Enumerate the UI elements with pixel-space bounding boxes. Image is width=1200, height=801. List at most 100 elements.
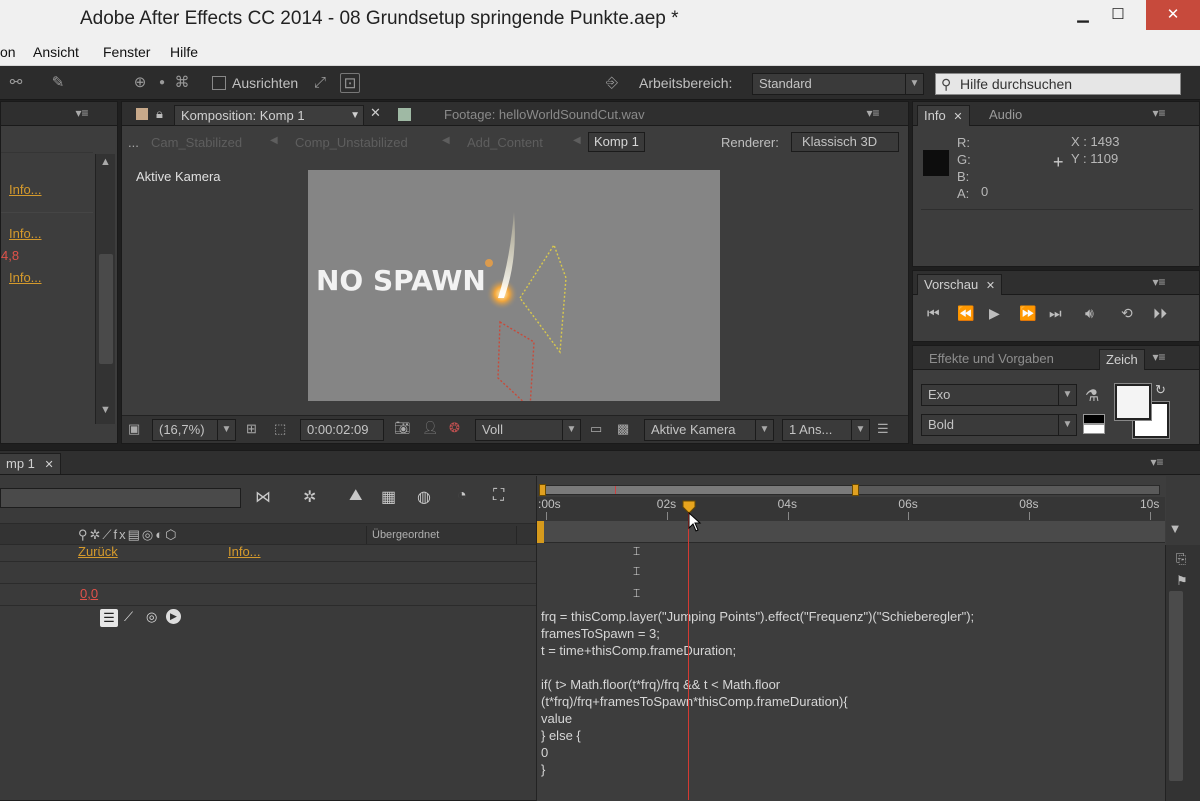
property-value[interactable]: 0,0 [80,586,98,601]
keyframe-marker-icon[interactable]: ⌶ [633,544,640,559]
audio-icon[interactable]: 🔊︎ [1085,305,1094,322]
toggle-pixel-aspect-icon[interactable]: ☰ [877,421,889,437]
tab-info[interactable]: Info ✕ [917,105,970,126]
font-style-select[interactable]: Bold ▼ [921,414,1077,436]
fit-frame-icon[interactable]: ⊞ [246,421,257,437]
first-frame-icon[interactable]: ⏮ [927,305,940,322]
expression-line[interactable]: frq = thisComp.layer("Jumping Points").e… [541,608,974,625]
menu-item-ansicht[interactable]: Ansicht [33,44,79,60]
expression-line[interactable]: if( t> Math.floor(t*frq)/frq && t < Math… [541,676,780,693]
maximize-button[interactable]: ☐ [1101,0,1135,30]
graph-editor-icon[interactable]: ◔ [457,487,467,505]
puppet-tool-icon[interactable]: ⚯ [6,73,26,93]
show-snapshot-icon[interactable]: 👤︎ [422,420,439,436]
expression-line[interactable]: t = time+thisComp.frameDuration; [541,642,736,659]
ausrichten-checkbox[interactable] [212,76,226,90]
zuruck-link[interactable]: Zurück [78,544,118,559]
breadcrumb-cam-stabilized[interactable]: Cam_Stabilized [151,135,242,150]
navigator-end-handle[interactable] [852,484,859,496]
expression-line[interactable]: } [541,761,545,778]
workspace-select[interactable]: Standard ▼ [752,73,924,95]
left-row-info-2[interactable]: Info... [9,226,42,241]
black-swatch[interactable] [1083,414,1105,424]
views-select[interactable]: 1 Ans... ▼ [782,419,870,441]
panel-menu-icon[interactable]: ▾≡ [71,106,93,122]
world-axis-icon[interactable]: ● [152,73,172,93]
eyedropper-icon[interactable]: ⚗ [1085,386,1099,406]
close-tab-icon[interactable]: ✕ [45,459,54,471]
tab-effekte-und-vorgaben[interactable]: Effekte und Vorgaben [923,349,1060,370]
renderer-button[interactable]: Klassisch 3D [791,132,899,152]
close-button[interactable]: ✕ [1146,0,1200,30]
work-area-start[interactable] [537,521,544,543]
ram-preview-icon[interactable]: ⏵⏵ [1153,305,1167,322]
snap-expand-icon[interactable]: ⤢ [310,73,330,93]
comp-mini-flowchart-icon[interactable]: ⋈ [255,487,271,507]
left-row-info-3[interactable]: Info... [9,270,42,285]
motion-blur-icon[interactable]: ◍ [417,487,431,507]
tab-vorschau[interactable]: Vorschau ✕ [917,274,1003,295]
panel-menu-icon[interactable]: ▾≡ [862,106,884,122]
comp-button-icon[interactable]: ⎘ [1176,551,1186,567]
panel-menu-icon[interactable]: ▾≡ [1148,350,1170,366]
panel-menu-icon[interactable]: ▾≡ [1148,275,1170,291]
camera-select[interactable]: Aktive Kamera ▼ [644,419,774,441]
expression-line[interactable]: } else { [541,727,581,744]
expression-line[interactable]: framesToSpawn = 3; [541,625,660,642]
expression-line[interactable]: 0 [541,744,548,761]
previous-frame-icon[interactable]: ⏪ [957,305,974,322]
white-swatch[interactable] [1083,424,1105,434]
pin-tool-icon[interactable]: ✎ [48,73,68,93]
navigator-range[interactable] [541,486,857,494]
snapshot-icon[interactable]: 📷︎ [394,420,411,436]
enable-expression-icon[interactable]: ☰ [100,609,118,627]
lock-icon[interactable]: 🔒︎ [156,106,163,122]
breadcrumb-comp-unstabilized[interactable]: Comp_Unstabilized [295,135,408,150]
view-axis-icon[interactable]: ⌘ [172,73,192,93]
draft-3d-icon[interactable]: ✲ [303,487,316,507]
close-tab-icon[interactable]: ✕ [953,111,962,123]
menu-item-hilfe[interactable]: Hilfe [170,44,198,60]
zoom-select[interactable]: (16,7%) ▼ [152,419,236,441]
roi-icon[interactable]: ▭ [590,421,602,437]
next-frame-icon[interactable]: ⏩ [1019,305,1036,322]
timeline-scroll-thumb[interactable] [1169,591,1183,781]
navigator-start-handle[interactable] [539,484,546,496]
close-tab-icon[interactable]: ✕ [986,280,995,292]
frame-blending-icon[interactable]: ▦ [381,487,396,507]
breadcrumb-more[interactable]: ... [128,135,139,150]
font-family-select[interactable]: Exo ▼ [921,384,1077,406]
scroll-up-icon[interactable]: ▲ [100,156,111,168]
fill-color-swatch[interactable] [1115,384,1151,420]
snap-grid-icon[interactable]: ⊡ [340,73,360,93]
menu-item-animation[interactable]: on [0,44,16,60]
composition-viewer[interactable]: NO SPAWN [308,170,720,401]
work-area-bar[interactable] [537,521,1165,543]
info-link[interactable]: Info... [228,544,261,559]
breadcrumb-add-content[interactable]: Add_Content [467,135,543,150]
tab-composition[interactable]: Komposition: Komp 1 ▼ [174,105,364,126]
keyframe-marker-icon[interactable]: ⌶ [633,586,640,601]
expression-graph-icon[interactable]: ⟋ [124,609,133,625]
timeline-scrollbar[interactable]: ⎘ ⚑ [1165,545,1200,801]
left-scrollbar[interactable]: ▲ ▼ [95,154,115,424]
expression-language-menu-icon[interactable]: ▶ [166,609,181,624]
minimize-button[interactable]: ▁ [1066,0,1100,30]
chevron-down-icon[interactable]: ▼ [350,106,360,126]
time-marker-icon[interactable]: ⚑ [1176,573,1188,589]
help-search-input[interactable]: ⚲ Hilfe durchsuchen [935,73,1181,95]
scroll-down-icon[interactable]: ▼ [100,404,111,416]
breadcrumb-komp-1[interactable]: Komp 1 [588,132,645,152]
timeline-zoom-icon[interactable]: ▼ [1167,521,1183,539]
local-axis-icon[interactable]: ⊕ [130,73,150,93]
left-row-value[interactable]: 4,8 [1,248,19,263]
tab-footage[interactable]: Footage: helloWorldSoundCut.wav [438,105,651,126]
last-frame-icon[interactable]: ⏭ [1049,305,1062,322]
tab-komp-1[interactable]: mp 1 ✕ [0,453,61,474]
expression-pickwhip-icon[interactable]: ◎ [146,609,157,625]
always-preview-icon[interactable]: ▣ [128,421,140,437]
swap-colors-icon[interactable]: ↻ [1155,382,1166,398]
play-icon[interactable]: ▶ [989,305,1000,322]
hide-shy-layers-icon[interactable]: ⛰ [349,487,362,505]
current-time[interactable]: 0:00:02:09 [300,419,384,441]
